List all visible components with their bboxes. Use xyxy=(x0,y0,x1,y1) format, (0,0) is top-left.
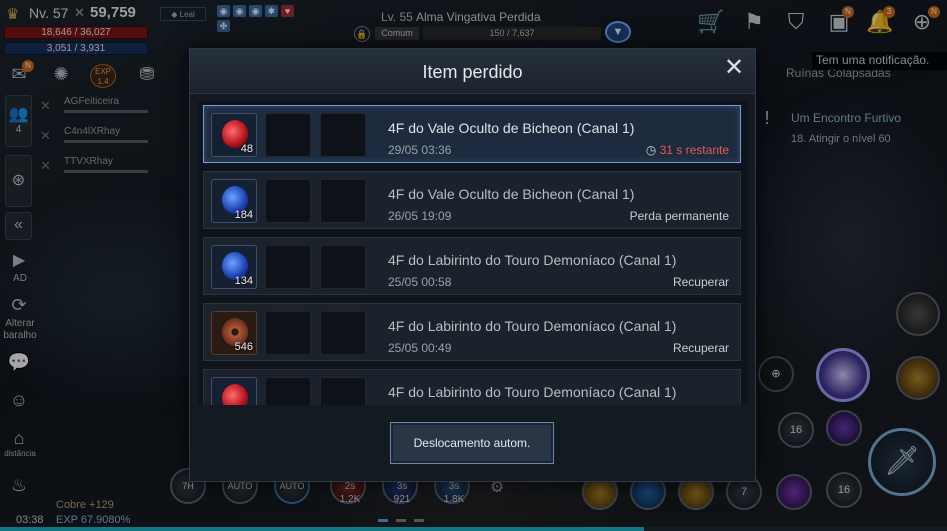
lost-items-dialog: Item perdido ✕ 48 4F do Vale Oculto de B… xyxy=(189,48,756,482)
red-potion-icon xyxy=(222,384,248,405)
page-dot xyxy=(396,519,406,522)
auto-travel-button[interactable]: Deslocamento autom. xyxy=(390,422,554,464)
lost-item-row[interactable]: 546 4F do Labirinto do Touro Demoníaco (… xyxy=(203,303,741,361)
recover-button[interactable]: Recuperar xyxy=(673,275,729,289)
loss-date: 25/05 00:58 xyxy=(388,275,452,289)
loss-location: 4F do Labirinto do Touro Demoníaco (Cana… xyxy=(388,318,677,334)
loss-location: 4F do Vale Oculto de Bicheon (Canal 1) xyxy=(388,120,635,136)
item-slot[interactable] xyxy=(211,377,257,405)
lost-item-row[interactable]: 134 4F do Labirinto do Touro Demoníaco (… xyxy=(203,237,741,295)
item-quantity: 184 xyxy=(234,209,253,221)
item-quantity: 546 xyxy=(234,341,253,353)
item-slot[interactable]: 48 xyxy=(211,113,257,157)
page-dot xyxy=(414,519,424,522)
empty-slot xyxy=(265,377,311,405)
item-slot[interactable]: 184 xyxy=(211,179,257,223)
lost-item-row[interactable]: 4F do Labirinto do Touro Demoníaco (Cana… xyxy=(203,369,741,405)
loss-date: 25/05 00:49 xyxy=(388,341,452,355)
clock-icon: ◷ xyxy=(645,143,660,157)
empty-slot xyxy=(320,377,366,405)
loss-status: ◷ 31 s restante xyxy=(646,143,729,157)
page-dot xyxy=(378,519,388,522)
lost-item-row[interactable]: 184 4F do Vale Oculto de Bicheon (Canal … xyxy=(203,171,741,229)
loss-status: Perda permanente xyxy=(629,209,729,223)
empty-slot xyxy=(320,311,366,355)
loss-location: 4F do Labirinto do Touro Demoníaco (Cana… xyxy=(388,384,677,400)
empty-slot xyxy=(265,179,311,223)
recover-button[interactable]: Recuperar xyxy=(673,341,729,355)
empty-slot xyxy=(320,113,366,157)
dialog-header: Item perdido ✕ xyxy=(190,49,755,94)
empty-slot xyxy=(265,113,311,157)
game-scene: ♛ Nv. 57 ✕ 59,759 ◆ Leal 18,646 / 36,027… xyxy=(0,0,947,531)
empty-slot xyxy=(265,245,311,289)
item-slot[interactable]: 546 xyxy=(211,311,257,355)
item-quantity: 134 xyxy=(234,275,253,287)
loss-location: 4F do Labirinto do Touro Demoníaco (Cana… xyxy=(388,252,677,268)
lost-items-list[interactable]: 48 4F do Vale Oculto de Bicheon (Canal 1… xyxy=(198,101,748,405)
close-icon[interactable]: ✕ xyxy=(723,56,745,80)
empty-slot xyxy=(320,179,366,223)
loss-date: 26/05 19:09 xyxy=(388,209,452,223)
item-quantity: 48 xyxy=(240,143,253,155)
empty-slot xyxy=(265,311,311,355)
remaining-time: 31 s restante xyxy=(659,143,729,157)
loss-date: 29/05 03:36 xyxy=(388,143,452,157)
loss-location: 4F do Vale Oculto de Bicheon (Canal 1) xyxy=(388,186,635,202)
item-slot[interactable]: 134 xyxy=(211,245,257,289)
lost-item-row[interactable]: 48 4F do Vale Oculto de Bicheon (Canal 1… xyxy=(203,105,741,163)
empty-slot xyxy=(320,245,366,289)
dialog-title: Item perdido xyxy=(422,62,523,82)
